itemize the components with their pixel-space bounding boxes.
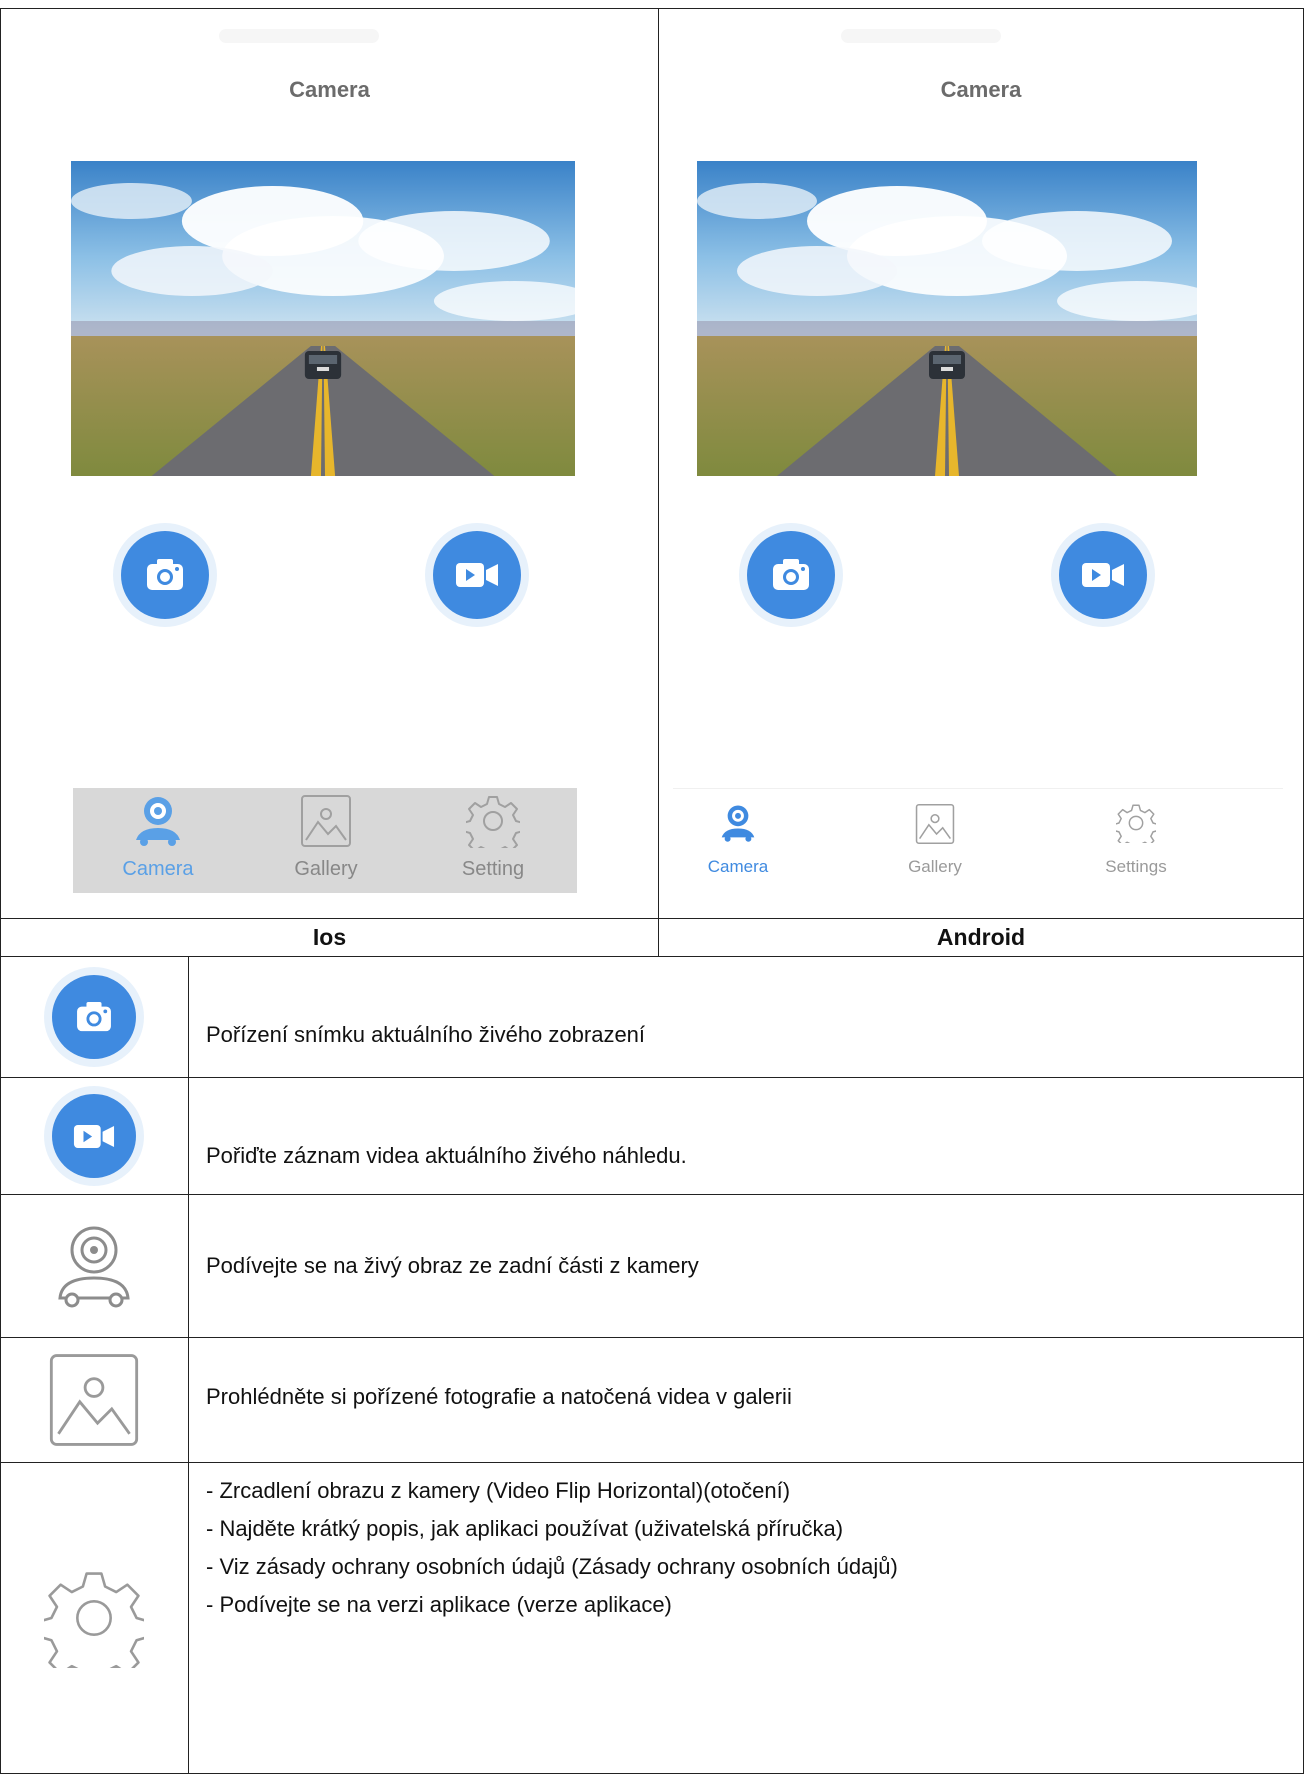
tab-label: Gallery — [908, 857, 962, 876]
video-button-sample — [44, 1086, 144, 1186]
gallery-icon — [301, 795, 351, 847]
tab-camera[interactable]: Camera — [93, 788, 223, 893]
gear-icon — [44, 1572, 144, 1668]
feature-icon-cell — [0, 1078, 188, 1194]
tab-label: Camera — [707, 857, 769, 876]
take-photo-button[interactable] — [113, 523, 217, 627]
row-divider — [0, 1077, 1304, 1078]
status-bar — [219, 29, 379, 43]
settings-feature-line: - Viz zásady ochrany osobních údajů (Zás… — [206, 1554, 898, 1579]
tab-settings[interactable]: Setting — [428, 788, 558, 893]
photo-button-sample — [44, 967, 144, 1067]
gallery-icon — [915, 804, 955, 844]
android-tab-bar: Camera Gallery Settings — [673, 788, 1283, 894]
android-screen: Camera Camera Gallery Settings — [659, 9, 1303, 909]
tab-gallery[interactable]: Gallery — [870, 789, 1000, 894]
camera-tab-icon — [721, 805, 755, 842]
gear-icon — [1116, 804, 1156, 843]
platform-label-android: Android — [936, 924, 1026, 950]
settings-feature-line: - Zrcadlení obrazu z kamery (Video Flip … — [206, 1478, 791, 1503]
ios-tab-bar: Camera Gallery Setting — [73, 788, 577, 893]
feature-description: Prohlédněte si pořízené fotografie a nat… — [206, 1384, 792, 1409]
table-border-platforms — [0, 956, 1304, 957]
page-title: Camera — [940, 77, 1022, 102]
tab-label: Camera — [122, 858, 194, 880]
tab-label: Settings — [1105, 857, 1167, 876]
settings-feature-list: - Zrcadlení obrazu z kamery (Video Flip … — [206, 1474, 898, 1626]
feature-description: Pořiďte záznam videa aktuálního živého n… — [206, 1143, 687, 1168]
tab-gallery[interactable]: Gallery — [261, 788, 391, 893]
video-camera-icon — [456, 563, 498, 587]
gallery-icon — [49, 1354, 139, 1446]
photo-camera-icon — [77, 1001, 111, 1032]
record-video-button[interactable] — [425, 523, 529, 627]
video-camera-icon — [73, 1124, 115, 1148]
icon-column-divider — [188, 956, 189, 1774]
tab-label: Setting — [461, 858, 525, 880]
video-camera-icon — [1082, 563, 1124, 587]
settings-feature-line: - Podívejte se na verzi aplikace (verze … — [206, 1592, 672, 1617]
tab-settings[interactable]: Settings — [1071, 789, 1201, 894]
camera-tab-icon — [136, 797, 180, 846]
status-bar — [841, 29, 1001, 43]
ios-screen: Camera Camera Gallery Setting — [1, 9, 658, 909]
feature-icon-cell — [0, 957, 188, 1077]
feature-icon-cell — [0, 1338, 188, 1462]
feature-description: Podívejte se na živý obraz ze zadní část… — [206, 1253, 699, 1278]
feature-icon-cell — [0, 1463, 188, 1773]
row-divider — [0, 1337, 1304, 1338]
photo-camera-icon — [147, 559, 183, 590]
gear-icon — [466, 796, 520, 848]
platform-label-ios: Ios — [312, 924, 347, 950]
tab-label: Gallery — [294, 858, 358, 880]
feature-icon-cell — [0, 1195, 188, 1337]
page-title: Camera — [289, 77, 370, 102]
row-divider — [0, 1194, 1304, 1195]
live-preview — [697, 161, 1197, 476]
feature-description: Pořízení snímku aktuálního živého zobraz… — [206, 1022, 646, 1047]
row-divider — [0, 1462, 1304, 1463]
road-scene-image — [71, 161, 575, 476]
table-border-right — [1303, 8, 1304, 1774]
take-photo-button[interactable] — [739, 523, 843, 627]
tab-camera[interactable]: Camera — [673, 789, 803, 894]
settings-feature-line: - Najděte krátký popis, jak aplikaci pou… — [206, 1516, 844, 1541]
live-preview — [71, 161, 575, 476]
camera-tab-icon — [58, 1226, 130, 1308]
road-scene-image — [697, 161, 1197, 476]
photo-camera-icon — [773, 559, 809, 590]
record-video-button[interactable] — [1051, 523, 1155, 627]
